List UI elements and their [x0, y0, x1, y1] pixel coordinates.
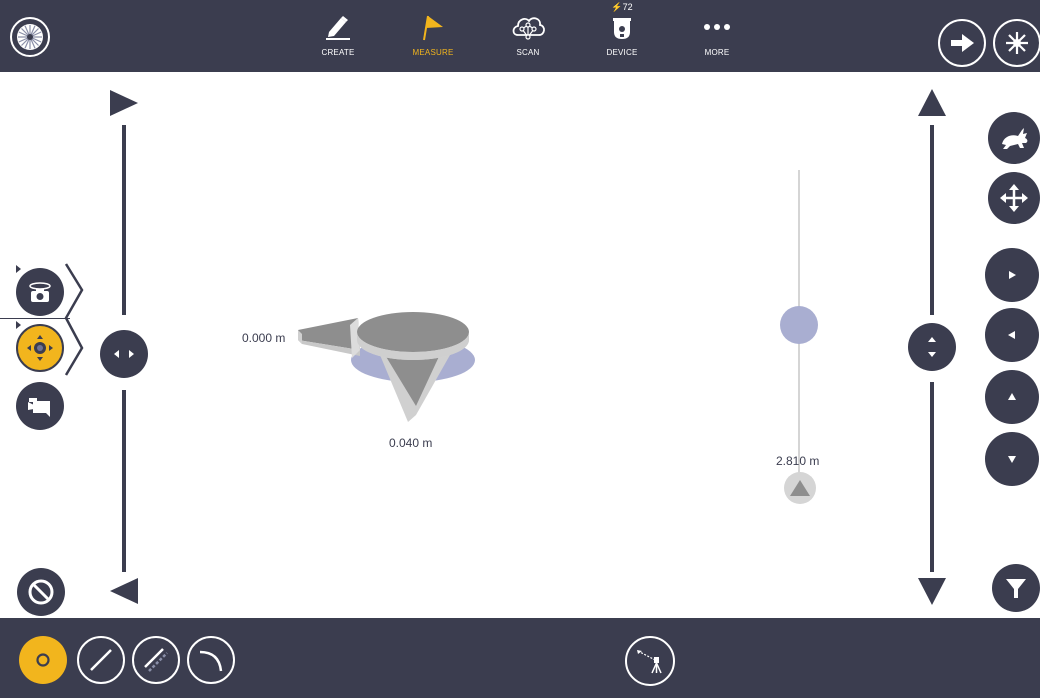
- rotate-right-arrow[interactable]: [110, 90, 138, 116]
- battery-badge: ⚡72: [611, 2, 633, 12]
- horizontal-slider-handle[interactable]: [100, 330, 148, 378]
- expand-caret-icon: [16, 265, 21, 273]
- video-camera-icon: [28, 398, 50, 417]
- offset-bottom-measurement: 0.040 m: [389, 436, 433, 450]
- offset-left-measurement: 0.000 m: [242, 331, 286, 345]
- move-button[interactable]: [988, 172, 1040, 224]
- arc-mode-button[interactable]: [187, 636, 235, 684]
- horizontal-slider-track-top[interactable]: [122, 125, 126, 315]
- disc-icon: [17, 24, 43, 50]
- tilt-down-arrow[interactable]: [918, 578, 946, 605]
- point-icon: [36, 653, 50, 667]
- line-icon: [90, 649, 112, 671]
- nav-scan-label: SCAN: [516, 48, 540, 57]
- nav-measure[interactable]: MEASURE: [393, 8, 473, 68]
- triangle-up-icon: [790, 480, 810, 496]
- up-down-arrows-icon: [928, 337, 936, 357]
- pan-view-button[interactable]: [16, 324, 64, 372]
- pan-target-icon: [27, 335, 53, 361]
- nav-measure-label: MEASURE: [412, 48, 454, 57]
- caret-up-icon: [1008, 393, 1016, 400]
- nav-scan[interactable]: SCAN: [488, 8, 568, 68]
- flag-icon: [423, 15, 443, 41]
- caret-down-icon: [1008, 456, 1016, 463]
- step-right-button[interactable]: [985, 248, 1039, 302]
- orbit-camera-button[interactable]: [16, 268, 64, 316]
- step-up-button[interactable]: [985, 370, 1039, 424]
- nav-device-label: DEVICE: [606, 48, 638, 57]
- height-slider-handle[interactable]: [780, 306, 818, 344]
- panel-chevron-top: [64, 263, 84, 376]
- caret-right-icon: [1009, 271, 1016, 279]
- project-menu-button[interactable]: [10, 17, 50, 57]
- filter-icon: [1006, 579, 1026, 598]
- arc-icon: [199, 650, 223, 672]
- rotate-left-arrow[interactable]: [110, 578, 138, 604]
- panel-divider: [0, 318, 70, 319]
- backsight-button[interactable]: [625, 636, 675, 686]
- instrument-icon: [613, 18, 631, 39]
- left-right-arrows-icon: [114, 350, 134, 358]
- bottom-toolbar: [0, 618, 1040, 698]
- step-down-button[interactable]: [985, 432, 1039, 486]
- step-left-button[interactable]: [985, 308, 1039, 362]
- height-measurement: 2.810 m: [776, 454, 820, 468]
- top-toolbar: CREATE MEASURE SCAN ⚡72 DEVICE MORE: [0, 0, 1040, 72]
- rabbit-icon: [1002, 128, 1028, 149]
- point-mode-button[interactable]: [19, 636, 67, 684]
- prism-target-graphic: [298, 312, 475, 422]
- move-arrows-icon: [1000, 184, 1028, 212]
- vertical-slider-track-top[interactable]: [930, 125, 934, 315]
- cloud-network-icon: [512, 17, 545, 40]
- vertical-slider-handle[interactable]: [908, 323, 956, 371]
- no-entry-icon: [28, 579, 54, 605]
- nav-create-label: CREATE: [321, 48, 355, 57]
- arrow-right-icon: [951, 34, 974, 52]
- vertical-slider-track-bottom[interactable]: [930, 382, 934, 572]
- view-mode-panel: [0, 262, 90, 377]
- starburst-icon: [1006, 32, 1028, 54]
- pencil-icon: [326, 16, 350, 40]
- nav-device[interactable]: ⚡72 DEVICE: [582, 2, 662, 68]
- cancel-button[interactable]: [17, 568, 65, 616]
- caret-left-icon: [1008, 331, 1015, 339]
- speed-toggle-button[interactable]: [988, 112, 1040, 164]
- horizontal-slider-track-bottom[interactable]: [122, 390, 126, 572]
- offset-line-icon: [144, 648, 168, 672]
- nav-more-label: MORE: [704, 48, 730, 57]
- more-dots-icon: [704, 24, 730, 30]
- laser-pointer-button[interactable]: [993, 19, 1040, 67]
- video-camera-button[interactable]: [16, 382, 64, 430]
- station-marker: [784, 472, 816, 504]
- tripod-station-icon: [637, 650, 662, 674]
- navigate-button[interactable]: [938, 19, 986, 67]
- tilt-up-arrow[interactable]: [918, 89, 946, 116]
- nav-more[interactable]: MORE: [677, 8, 757, 68]
- nav-create[interactable]: CREATE: [298, 8, 378, 68]
- line-mode-button[interactable]: [77, 636, 125, 684]
- expand-caret-icon: [16, 321, 21, 329]
- filter-button[interactable]: [992, 564, 1040, 612]
- orbit-camera-icon: [29, 282, 51, 302]
- offset-line-mode-button[interactable]: [132, 636, 180, 684]
